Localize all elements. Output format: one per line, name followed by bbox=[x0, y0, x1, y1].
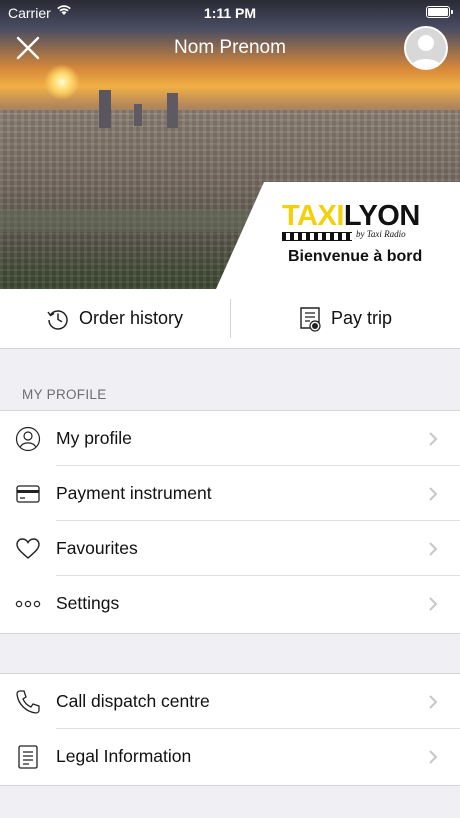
checker-pattern bbox=[282, 232, 352, 241]
menu-item-label: Payment instrument bbox=[56, 483, 212, 503]
chevron-right-icon bbox=[429, 542, 438, 556]
profile-menu-group: My profile Payment instrument Favourites… bbox=[0, 410, 460, 634]
menu-item-payment-instrument[interactable]: Payment instrument bbox=[0, 466, 460, 521]
menu-item-my-profile[interactable]: My profile bbox=[0, 411, 460, 466]
menu-item-label: My profile bbox=[56, 428, 132, 448]
menu-item-label: Legal Information bbox=[56, 746, 192, 766]
sun-graphic bbox=[44, 64, 80, 100]
user-name-title: Nom Prenom bbox=[174, 37, 286, 58]
menu-item-call-dispatch[interactable]: Call dispatch centre bbox=[0, 674, 460, 729]
receipt-icon bbox=[300, 306, 321, 332]
chevron-right-icon bbox=[429, 487, 438, 501]
brand-byline: by Taxi Radio bbox=[356, 229, 406, 239]
history-icon bbox=[47, 309, 68, 330]
avatar-placeholder-icon bbox=[410, 35, 442, 68]
menu-item-label: Favourites bbox=[56, 538, 138, 558]
tower-graphic bbox=[134, 104, 142, 126]
section-header-my-profile: MY PROFILE bbox=[22, 387, 107, 402]
menu-item-favourites[interactable]: Favourites bbox=[0, 521, 460, 576]
user-icon bbox=[15, 426, 41, 452]
brand-taxi-text: TAXI bbox=[282, 200, 344, 232]
document-icon bbox=[18, 745, 38, 769]
chevron-right-icon bbox=[429, 597, 438, 611]
order-history-label: Order history bbox=[79, 308, 184, 328]
support-menu-group: Call dispatch centre Legal Information bbox=[0, 673, 460, 786]
battery-icon bbox=[426, 6, 453, 18]
menu-item-settings[interactable]: Settings bbox=[0, 576, 460, 631]
status-bar: Carrier 1:11 PM bbox=[0, 0, 460, 24]
menu-item-legal-information[interactable]: Legal Information bbox=[0, 729, 460, 784]
quick-actions-bar: Order history Pay trip bbox=[0, 289, 460, 349]
order-history-button[interactable]: Order history bbox=[46, 289, 183, 348]
tower-graphic bbox=[167, 93, 178, 128]
chevron-right-icon bbox=[429, 432, 438, 446]
menu-item-label: Call dispatch centre bbox=[56, 691, 210, 711]
card-icon bbox=[16, 485, 40, 503]
pay-trip-button[interactable]: Pay trip bbox=[298, 289, 392, 348]
avatar[interactable] bbox=[404, 26, 448, 70]
more-dots-icon bbox=[15, 600, 41, 608]
phone-icon bbox=[16, 690, 40, 714]
welcome-text: Bienvenue à bord bbox=[288, 248, 423, 265]
menu-item-label: Settings bbox=[56, 593, 120, 613]
chevron-right-icon bbox=[429, 695, 438, 709]
brand-lyon-text: LYON bbox=[343, 200, 420, 232]
pay-trip-label: Pay trip bbox=[331, 308, 393, 328]
heart-icon bbox=[16, 538, 40, 559]
clock: 1:11 PM bbox=[203, 5, 257, 21]
header-banner: Carrier 1:11 PM Nom Prenom TAXILYON by T… bbox=[0, 0, 460, 289]
chevron-right-icon bbox=[429, 750, 438, 764]
divider bbox=[230, 299, 231, 338]
tower-graphic bbox=[99, 90, 111, 128]
